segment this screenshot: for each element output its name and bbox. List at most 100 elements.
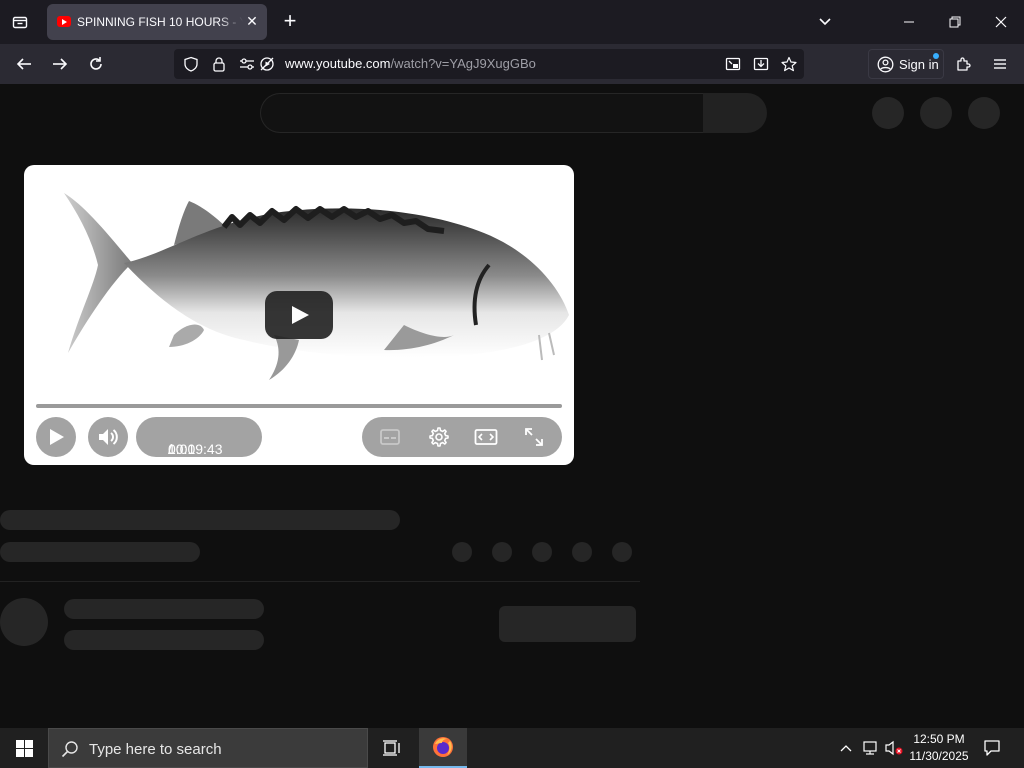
show-hidden-icons-button[interactable] <box>836 738 856 758</box>
hamburger-menu-icon <box>994 59 1006 69</box>
back-button[interactable] <box>12 52 36 76</box>
large-play-button[interactable] <box>265 291 333 339</box>
search-button-placeholder[interactable] <box>703 93 767 133</box>
video-title-placeholder <box>0 510 400 530</box>
subscribe-button-placeholder[interactable] <box>499 606 636 642</box>
firefox-taskbar-button[interactable] <box>419 728 467 768</box>
close-window-button[interactable] <box>978 0 1024 44</box>
volume-icon <box>99 429 118 445</box>
theater-mode-icon <box>474 429 498 445</box>
speaker-muted-icon <box>885 740 903 756</box>
action-button-placeholder[interactable] <box>492 542 512 562</box>
action-button-placeholder[interactable] <box>572 542 592 562</box>
network-button[interactable] <box>861 738 881 758</box>
video-player[interactable]: 0:00 / 10:19:43 <box>24 165 574 465</box>
video-meta-placeholder <box>0 542 200 562</box>
volume-button[interactable] <box>885 738 905 758</box>
theater-mode-button[interactable] <box>474 425 498 449</box>
navigation-toolbar: www.youtube.com/watch?v=YAgJ9XugGBo Sign… <box>0 44 1024 84</box>
clock-time: 12:50 PM <box>913 732 965 746</box>
action-button-placeholder[interactable] <box>612 542 632 562</box>
bookmark-button[interactable] <box>780 55 798 73</box>
tracking-protection-icon[interactable] <box>182 55 200 73</box>
play-button[interactable] <box>36 417 76 457</box>
channel-avatar-placeholder <box>0 598 48 646</box>
windows-logo-icon <box>15 739 33 757</box>
permissions-icon[interactable] <box>238 55 256 73</box>
start-button[interactable] <box>0 728 48 768</box>
task-view-icon <box>383 740 400 756</box>
download-tray-icon <box>753 57 769 71</box>
account-icon <box>877 56 894 73</box>
list-all-tabs-button[interactable] <box>8 10 32 34</box>
tab-close-button[interactable]: ✕ <box>244 13 260 29</box>
subscriber-count-placeholder <box>64 630 264 650</box>
play-icon <box>50 429 64 445</box>
sliders-icon <box>240 58 254 70</box>
chevron-down-icon <box>819 18 831 26</box>
tab-title: SPINNING FISH 10 HOURS - YouTube <box>77 15 243 29</box>
tab-overflow-button[interactable] <box>814 12 836 32</box>
arrow-right-icon <box>53 58 68 70</box>
app-menu-button[interactable] <box>988 52 1012 76</box>
sign-in-button[interactable]: Sign in <box>868 49 944 79</box>
video-frame-fish <box>64 193 569 380</box>
task-view-button[interactable] <box>372 728 412 768</box>
new-tab-button[interactable]: + <box>278 10 302 34</box>
close-icon <box>995 16 1007 28</box>
minimize-button[interactable] <box>886 0 932 44</box>
browser-tab[interactable]: SPINNING FISH 10 HOURS - YouTube ✕ <box>47 4 267 40</box>
tab-strip: SPINNING FISH 10 HOURS - YouTube ✕ + <box>0 0 1024 44</box>
subtitles-icon <box>380 429 400 445</box>
url-text[interactable]: www.youtube.com/watch?v=YAgJ9XugGBo <box>285 56 536 71</box>
fullscreen-icon <box>525 428 543 446</box>
address-bar[interactable]: www.youtube.com/watch?v=YAgJ9XugGBo <box>174 49 804 79</box>
windows-taskbar: Type here to search 12:50 PM 11/30/2025 <box>0 728 1024 768</box>
lock-icon <box>213 57 225 72</box>
duration: 10:19:43 <box>168 441 223 457</box>
search-icon <box>61 741 78 758</box>
mute-button[interactable] <box>88 417 128 457</box>
extensions-button[interactable] <box>952 52 976 76</box>
reload-button[interactable] <box>84 52 108 76</box>
video-progress-bar[interactable] <box>36 404 562 408</box>
system-clock[interactable]: 12:50 PM 11/30/2025 <box>904 731 974 765</box>
subtitles-button[interactable] <box>378 425 402 449</box>
restore-button[interactable] <box>932 0 978 44</box>
search-input-placeholder[interactable] <box>260 93 704 133</box>
site-security-icon[interactable] <box>210 55 228 73</box>
save-to-pocket-button[interactable] <box>752 55 770 73</box>
player-right-controls <box>362 417 562 457</box>
settings-button[interactable] <box>426 425 450 449</box>
taskbar-search-box[interactable]: Type here to search <box>48 728 368 768</box>
search-placeholder: Type here to search <box>89 741 222 758</box>
divider <box>0 581 640 582</box>
action-center-button[interactable] <box>980 736 1004 760</box>
autoplay-blocked-icon[interactable] <box>258 55 276 73</box>
header-button-placeholder[interactable] <box>968 97 1000 129</box>
picture-in-picture-icon <box>725 57 741 71</box>
header-button-placeholder[interactable] <box>872 97 904 129</box>
restore-icon <box>949 16 961 28</box>
tab-list-icon <box>12 16 28 29</box>
action-button-placeholder[interactable] <box>452 542 472 562</box>
channel-name-placeholder <box>64 599 264 619</box>
firefox-icon <box>433 737 453 757</box>
gear-icon <box>429 427 449 447</box>
shield-icon <box>184 56 198 72</box>
network-icon <box>863 741 877 755</box>
action-button-placeholder[interactable] <box>532 542 552 562</box>
clock-date: 11/30/2025 <box>909 749 969 763</box>
url-host: www.youtube.com <box>285 56 391 71</box>
arrow-left-icon <box>16 58 31 70</box>
url-path: /watch?v=YAgJ9XugGBo <box>390 56 536 71</box>
youtube-icon <box>57 16 71 27</box>
star-icon <box>781 56 797 72</box>
minimize-icon <box>904 21 914 23</box>
sign-in-label: Sign in <box>899 57 939 72</box>
header-button-placeholder[interactable] <box>920 97 952 129</box>
picture-in-picture-button[interactable] <box>724 55 742 73</box>
fullscreen-button[interactable] <box>522 425 546 449</box>
notification-dot <box>933 53 939 59</box>
forward-button[interactable] <box>48 52 72 76</box>
